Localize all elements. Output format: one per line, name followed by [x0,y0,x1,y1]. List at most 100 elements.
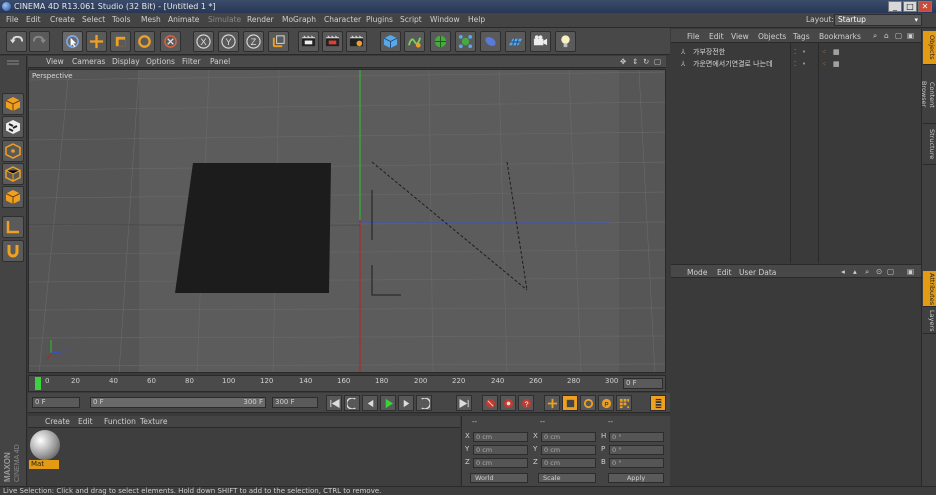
end-frame-field[interactable]: 300 F [272,397,318,408]
rotate-icon[interactable] [134,31,155,52]
x-axis-icon[interactable]: X [193,31,214,52]
redo-icon[interactable] [29,31,50,52]
menu-help[interactable]: Help [468,15,485,24]
om-menu-edit[interactable]: Edit [709,32,724,41]
menu-simulate[interactable]: Simulate [208,15,241,24]
rotation-p-field[interactable]: 0 ° [609,445,664,455]
new-view-icon[interactable]: ▢ [895,31,902,40]
object-name[interactable]: 가운면에서기연결로 나는데 [693,59,773,70]
layout-select[interactable]: Startup ▾ [834,14,922,26]
keyframe-selection-icon[interactable]: ? [518,395,534,411]
texture-tag-icon[interactable]: ⁖ [822,59,826,70]
apply-button[interactable]: Apply [608,473,664,483]
object-name[interactable]: 가부장전한 [693,47,725,58]
timeline-window-icon[interactable] [650,395,666,411]
am-menu-user-data[interactable]: User Data [739,268,776,277]
cube-icon[interactable] [380,31,401,52]
search-icon[interactable]: ⌕ [865,267,869,277]
om-menu-tags[interactable]: Tags [793,32,810,41]
om-menu-view[interactable]: View [731,32,749,41]
record-active-objects-icon[interactable] [482,395,498,411]
tab-structure[interactable]: Structure [923,125,936,165]
next-frame-icon[interactable] [398,395,414,411]
position-z-field[interactable]: 0 cm [473,458,528,468]
om-menu-objects[interactable]: Objects [758,32,786,41]
scale-icon[interactable] [110,31,131,52]
menu-window[interactable]: Window [430,15,460,24]
viewport-scene[interactable] [29,70,666,373]
key-parameter-icon[interactable]: P [598,395,614,411]
rotation-h-field[interactable]: 0 ° [609,432,664,442]
material-thumbnail[interactable] [30,430,60,460]
z-axis-icon[interactable]: Z [243,31,264,52]
visibility-dots-icon[interactable]: ⁚ [794,59,796,70]
plane-object[interactable] [175,163,331,293]
position-y-field[interactable]: 0 cm [473,445,528,455]
visibility-dots-icon[interactable]: ⁚ [794,47,796,58]
floor-icon[interactable] [505,31,526,52]
tab-layers[interactable]: Layers [923,308,936,334]
previous-frame-icon[interactable] [362,395,378,411]
make-editable-icon[interactable] [2,93,24,115]
subdivision-surface-icon[interactable] [430,31,451,52]
tab-attributes[interactable]: Attributes [923,271,936,307]
viewport-move-icon[interactable]: ✥ [620,57,626,66]
viewport-zoom-icon[interactable]: ⇕ [632,57,638,66]
coord-mode-scale-dropdown[interactable]: Scale [538,473,596,483]
texture-tag-icon[interactable]: ⁖ [822,47,826,58]
menu-animate[interactable]: Animate [168,15,199,24]
phong-tag-icon[interactable]: ▦ [833,47,840,58]
minimize-button[interactable]: _ [888,1,902,12]
menu-tools[interactable]: Tools [112,15,130,24]
undo-icon[interactable] [6,31,27,52]
am-menu-mode[interactable]: Mode [687,268,707,277]
viewport-maximize-icon[interactable]: ▢ [654,57,661,66]
maximize-button[interactable]: □ [903,1,917,12]
enable-dot-icon[interactable]: • [802,59,806,70]
playhead[interactable] [35,377,41,390]
material-name[interactable]: Mat [29,460,59,469]
size-y-field[interactable]: 0 cm [541,445,596,455]
next-key-icon[interactable] [416,395,432,411]
close-button[interactable]: ✕ [918,1,932,12]
rotation-b-field[interactable]: 0 ° [609,458,664,468]
menu-mograph[interactable]: MoGraph [282,15,316,24]
preview-range-slider[interactable]: 0 F 300 F [90,397,266,408]
menu-character[interactable]: Character [324,15,361,24]
menu-file[interactable]: File [6,15,19,24]
key-scale-icon[interactable] [562,395,578,411]
viewport-menu-display[interactable]: Display [112,57,140,66]
menu-create[interactable]: Create [50,15,75,24]
material-menu-edit[interactable]: Edit [78,417,93,426]
menu-plugins[interactable]: Plugins [366,15,393,24]
lock-icon[interactable]: ⊙ [876,267,882,276]
camera-icon[interactable] [530,31,551,52]
viewport-menu-filter[interactable]: Filter [182,57,201,66]
light-icon[interactable] [555,31,576,52]
new-view-icon[interactable]: ▢ [887,267,894,276]
menu-select[interactable]: Select [82,15,105,24]
arrow-left-icon[interactable]: ◂ [841,267,845,276]
menu-mesh[interactable]: Mesh [141,15,161,24]
tab-content-browser[interactable]: Content Browser [920,66,936,124]
menu-script[interactable]: Script [400,15,422,24]
search-icon[interactable]: ⌕ [873,31,877,41]
panel-maximize-icon[interactable]: ▣ [907,31,914,40]
live-select-icon[interactable] [62,31,83,52]
size-z-field[interactable]: 0 cm [541,458,596,468]
y-axis-icon[interactable]: Y [218,31,239,52]
key-point-level-icon[interactable] [616,395,632,411]
edit-render-settings-icon[interactable] [346,31,367,52]
arrow-up-icon[interactable]: ▴ [853,267,857,276]
object-row[interactable]: ⅄ 가운면에서기연결로 나는데 ⁚ • ⁖ ▦ [671,59,921,70]
checkerboard-icon[interactable] [2,116,24,138]
workplane-icon[interactable] [2,216,24,238]
viewport-menu-options[interactable]: Options [146,57,175,66]
start-frame-field[interactable]: 0 F [32,397,80,408]
home-icon[interactable]: ⌂ [884,31,889,40]
material-menu-function[interactable]: Function [104,417,136,426]
polygons-mode-icon[interactable] [2,186,24,208]
render-picture-viewer-icon[interactable] [322,31,343,52]
go-to-start-icon[interactable] [326,395,342,411]
key-rotation-icon[interactable] [580,395,596,411]
